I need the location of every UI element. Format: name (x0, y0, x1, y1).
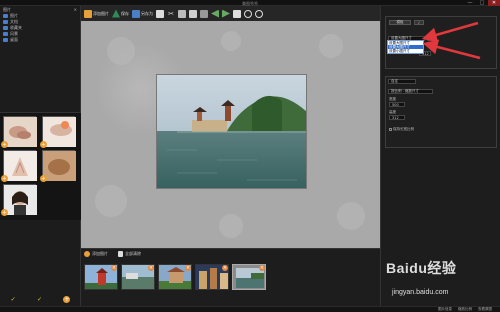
add-image-button[interactable]: 添加图片 (84, 9, 109, 18)
folder-tree: 图片 文档 收藏夹 风景 桌面 (0, 13, 80, 43)
editor-stage (81, 21, 380, 248)
thumbnail[interactable]: + (40, 116, 76, 148)
resize-width-input[interactable]: 500 (389, 102, 405, 107)
add-icon[interactable]: + (1, 141, 8, 148)
remove-icon[interactable]: × (148, 265, 154, 271)
remove-icon[interactable]: × (111, 265, 117, 271)
crop-icon[interactable] (233, 9, 241, 18)
baidu-watermark: Baidu经验 jingyan.baidu.com (386, 258, 498, 308)
template-mode-button[interactable]: 模板 (389, 20, 411, 25)
copy-icon[interactable] (178, 9, 186, 18)
film-thumbnail[interactable]: × (84, 264, 118, 290)
resize-panel (385, 76, 497, 148)
clear-all-button[interactable]: 全部清除 (118, 250, 141, 257)
film-thumbnail[interactable]: × (195, 264, 229, 290)
filmstrip: 添加图片 全部清除 × × × × × (81, 248, 380, 306)
document-icon (118, 250, 123, 257)
check-icon[interactable]: ✓ (11, 296, 16, 303)
folder-icon (3, 32, 8, 36)
hands-image (43, 151, 76, 181)
tree-item-label: 桌面 (10, 37, 18, 42)
canvas-background (81, 21, 380, 248)
save-button[interactable]: 保存 (112, 9, 129, 18)
status-item[interactable]: 查看原图 (478, 307, 492, 312)
check-icon[interactable]: ✓ (37, 296, 42, 303)
status-bar: 图片信息 缩放比例 查看原图 (0, 306, 500, 312)
rotate-right-icon[interactable] (222, 9, 230, 18)
add-image-strip-button[interactable]: 添加图片 (84, 250, 108, 257)
preset-select[interactable]: 自定 (388, 79, 416, 84)
width-input[interactable]: 500 (427, 36, 437, 41)
add-icon[interactable]: + (40, 175, 47, 182)
checkbox-box[interactable] (389, 128, 392, 131)
save-as-button[interactable]: 另存为 (132, 9, 153, 18)
main-toolbar: 添加图片 保存 另存为 ✂ (81, 6, 380, 21)
hands-image (4, 117, 37, 147)
add-icon[interactable]: + (63, 295, 71, 303)
tree-item[interactable]: 桌面 (3, 37, 80, 43)
main-photo[interactable] (156, 74, 307, 189)
hands-image (4, 151, 37, 181)
save-as-icon (132, 9, 140, 18)
print-icon[interactable] (156, 9, 164, 18)
save-label: 保存 (121, 10, 129, 16)
add-image-label: 添加图片 (93, 10, 109, 16)
folder-icon (3, 26, 8, 30)
save-as-label: 另存为 (141, 10, 153, 16)
rotate-icon[interactable] (211, 9, 219, 18)
trash-icon[interactable] (189, 9, 197, 18)
add-icon[interactable]: + (1, 175, 8, 182)
film-thumbnail-selected[interactable]: × (232, 264, 266, 290)
save-icon (112, 9, 120, 18)
add-image-icon (84, 9, 92, 18)
remove-icon[interactable]: × (222, 265, 228, 271)
panel-close-icon[interactable]: × (74, 7, 77, 12)
zoom-out-icon[interactable] (255, 9, 263, 18)
watermark-brand: Baidu经验 (386, 260, 457, 276)
thumbnail[interactable]: + (1, 150, 37, 182)
portrait-image (4, 185, 37, 215)
folder-panel-header: 图片 × (0, 6, 80, 13)
film-thumbnail[interactable]: × (158, 264, 192, 290)
add-icon[interactable]: + (40, 141, 47, 148)
add-image-strip-label: 添加图片 (92, 250, 108, 256)
add-icon[interactable]: + (1, 209, 8, 216)
filmstrip-header: 添加图片 全部清除 (81, 249, 380, 258)
scale-mode-select[interactable]: 按比例 - 缩放尺寸 (388, 89, 433, 94)
status-item[interactable]: 缩放比例 (458, 307, 472, 312)
folder-icon (3, 14, 8, 18)
size-dropdown-list[interactable]: 设置大图尺寸 设置大图尺寸 设置小图尺寸 (387, 40, 424, 54)
film-thumbnail[interactable]: × (121, 264, 155, 290)
thumbnail[interactable]: + (1, 116, 37, 148)
thumbnail-grid: + + + + + (0, 112, 81, 220)
keep-ratio-label: 保持长宽比例 (393, 127, 414, 131)
resize-height-input[interactable]: 312 (389, 115, 405, 120)
flip-icon[interactable] (200, 9, 208, 18)
scissors-icon[interactable]: ✂ (167, 10, 175, 18)
remove-icon[interactable]: × (185, 265, 191, 271)
zoom-in-icon[interactable] (244, 9, 252, 18)
thumbnail[interactable]: + (40, 150, 76, 182)
dropdown-option[interactable]: 设置小图尺寸 (388, 49, 423, 53)
app-window: 美图秀秀 — □ ✕ 图片 × 图片 文档 收藏夹 风景 桌面 + + + + … (0, 0, 500, 312)
hands-image (43, 117, 76, 147)
folder-panel-title: 图片 (3, 7, 11, 12)
lake-photo (157, 75, 306, 188)
thumbnail[interactable]: + (1, 184, 37, 216)
remove-icon[interactable]: × (259, 265, 265, 271)
folder-icon (3, 20, 8, 24)
status-item[interactable]: 图片信息 (438, 307, 452, 312)
watermark-url: jingyan.baidu.com (392, 289, 449, 296)
mode-toggle-button[interactable]: ✓ (414, 20, 424, 25)
add-icon (84, 250, 90, 257)
keep-ratio-checkbox[interactable]: 保持长宽比例 (389, 127, 414, 132)
clear-all-label: 全部清除 (125, 250, 141, 256)
folder-icon (3, 38, 8, 42)
left-bottom-bar: ✓ ✓ + (0, 292, 81, 306)
